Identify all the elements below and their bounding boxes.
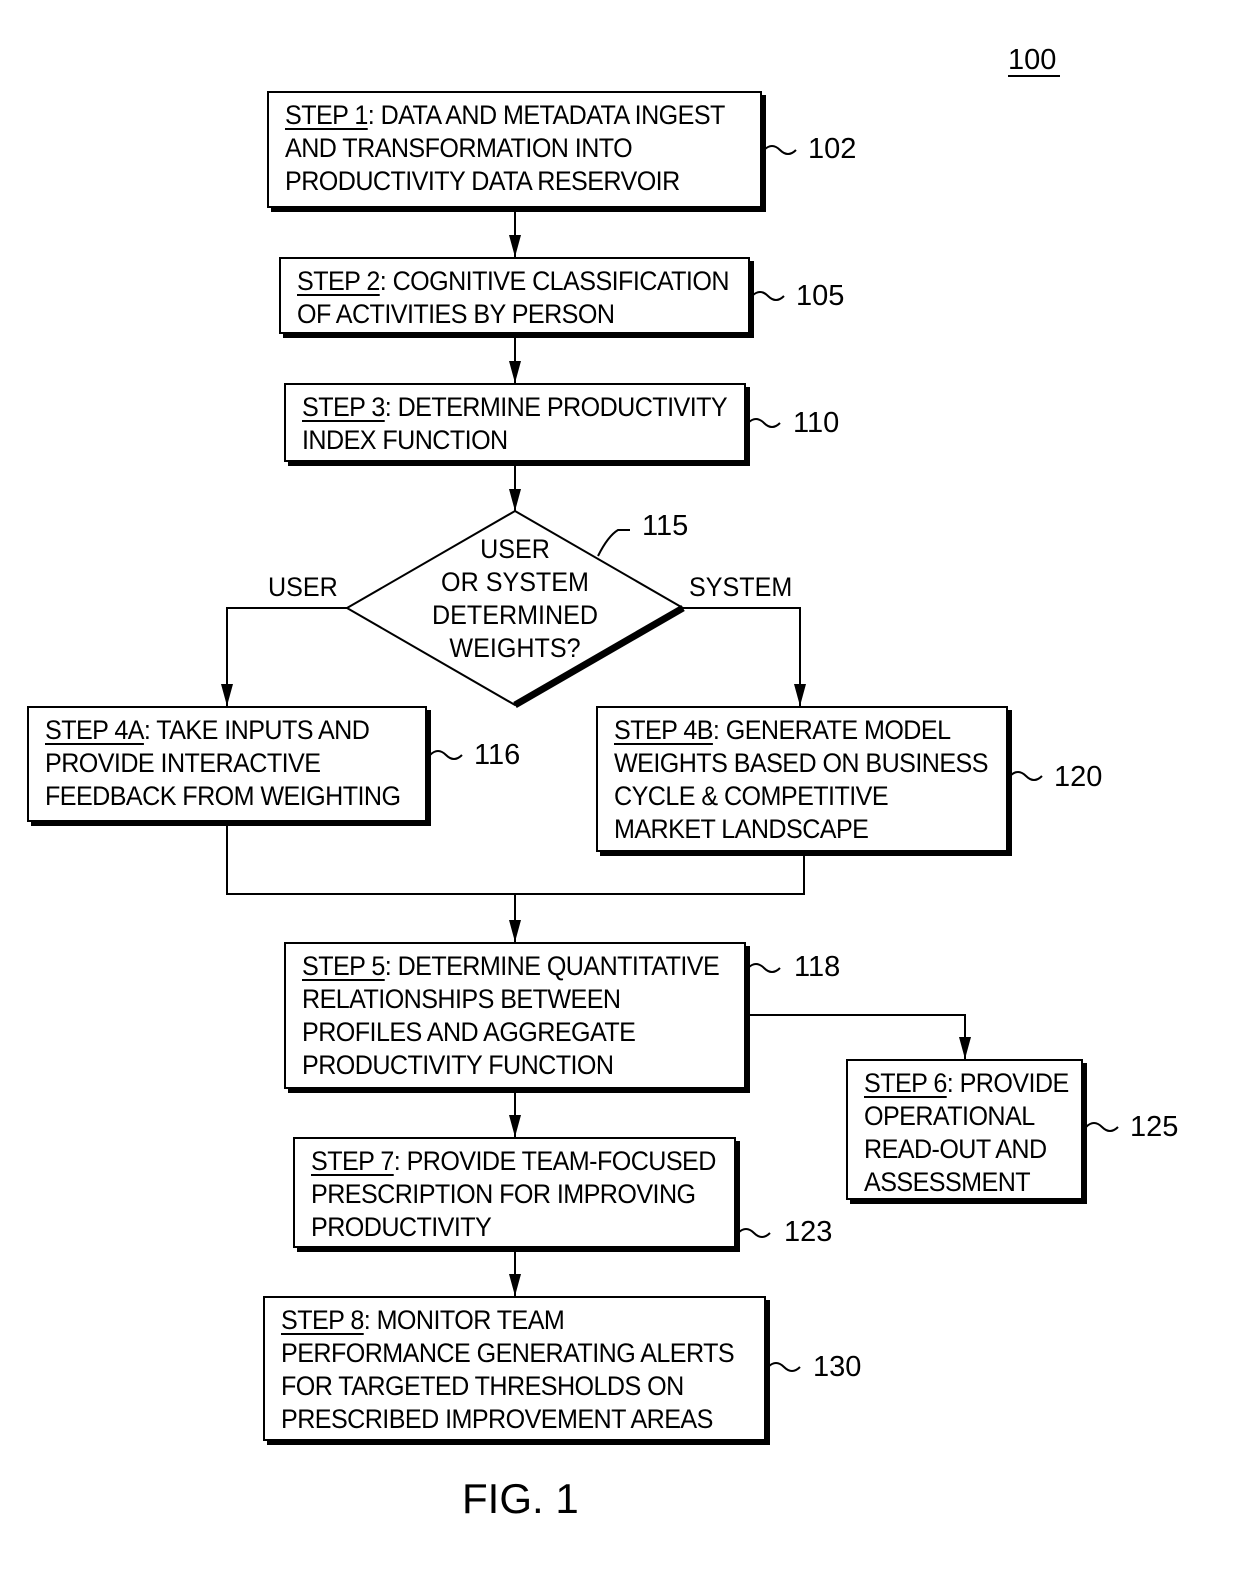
step-4b-line-2: WEIGHTS BASED ON BUSINESS: [614, 748, 988, 778]
step-4b-line-1: STEP 4B: GENERATE MODEL: [614, 715, 951, 745]
step-7-line-1: STEP 7: PROVIDE TEAM-FOCUSED: [311, 1146, 716, 1176]
figure-reference-number: 100: [1008, 44, 1057, 76]
ref-110: 110: [793, 407, 840, 439]
step-8-box: STEP 8: MONITOR TEAM PERFORMANCE GENERAT…: [263, 1296, 766, 1441]
step-3-line-2: INDEX FUNCTION: [302, 425, 508, 455]
step-6-line-2: OPERATIONAL: [864, 1101, 1035, 1131]
ref-123: 123: [784, 1216, 833, 1248]
figure-caption: FIG. 1: [462, 1475, 579, 1522]
leader-102: [763, 145, 797, 155]
step-7-line-2: PRESCRIPTION FOR IMPROVING: [311, 1179, 696, 1209]
branch-label-system: SYSTEM: [689, 572, 793, 602]
decision-text: USER OR SYSTEM DETERMINED WEIGHTS?: [431, 534, 599, 663]
arrow-system-branch: [683, 607, 801, 706]
step-3-box: STEP 3: DETERMINE PRODUCTIVITY INDEX FUN…: [284, 383, 746, 462]
step-1-line-3: PRODUCTIVITY DATA RESERVOIR: [285, 166, 680, 196]
step-1-line-2: AND TRANSFORMATION INTO: [285, 133, 633, 163]
leader-110: [747, 418, 781, 428]
step-4b-line-3: CYCLE & COMPETITIVE: [614, 781, 889, 811]
ref-105: 105: [796, 280, 845, 312]
step-5-line-4: PRODUCTIVITY FUNCTION: [302, 1050, 614, 1080]
leader-130: [767, 1362, 801, 1372]
step-8-line-3: FOR TARGETED THRESHOLDS ON: [281, 1371, 684, 1401]
arrow-s5-s6: [745, 1014, 966, 1059]
step-2-box: STEP 2: COGNITIVE CLASSIFICATION OF ACTI…: [279, 257, 750, 334]
step-7-box: STEP 7: PROVIDE TEAM-FOCUSED PRESCRIPTIO…: [293, 1137, 736, 1248]
step-5-box: STEP 5: DETERMINE QUANTITATIVE RELATIONS…: [284, 942, 746, 1089]
arrow-user-branch: [226, 607, 347, 706]
step-5-line-2: RELATIONSHIPS BETWEEN: [302, 984, 621, 1014]
ref-125: 125: [1130, 1111, 1179, 1143]
step-2-line-1: STEP 2: COGNITIVE CLASSIFICATION: [297, 266, 729, 296]
branch-label-user: USER: [268, 572, 338, 602]
step-4b-box: STEP 4B: GENERATE MODEL WEIGHTS BASED ON…: [596, 706, 1008, 852]
ref-120: 120: [1054, 761, 1103, 793]
leader-105: [751, 291, 785, 301]
leader-120: [1009, 771, 1043, 781]
step-6-line-4: ASSESSMENT: [864, 1167, 1031, 1197]
step-8-line-1: STEP 8: MONITOR TEAM: [281, 1305, 565, 1335]
step-4a-line-2: PROVIDE INTERACTIVE: [45, 748, 321, 778]
step-3-line-1: STEP 3: DETERMINE PRODUCTIVITY: [302, 392, 728, 422]
ref-115: 115: [642, 510, 689, 542]
step-8-line-2: PERFORMANCE GENERATING ALERTS: [281, 1338, 735, 1368]
step-4a-line-1: STEP 4A: TAKE INPUTS AND: [45, 715, 370, 745]
ref-130: 130: [813, 1351, 862, 1383]
step-1-box: STEP 1: DATA AND METADATA INGEST AND TRA…: [267, 91, 762, 208]
ref-102: 102: [808, 133, 857, 165]
step-4a-box: STEP 4A: TAKE INPUTS AND PROVIDE INTERAC…: [27, 706, 427, 822]
step-1-line-1: STEP 1: DATA AND METADATA INGEST: [285, 100, 725, 130]
step-7-line-3: PRODUCTIVITY: [311, 1212, 492, 1242]
step-4a-line-3: FEEDBACK FROM WEIGHTING: [45, 781, 401, 811]
step-4b-line-4: MARKET LANDSCAPE: [614, 814, 869, 844]
ref-118: 118: [794, 951, 841, 983]
ref-116: 116: [474, 739, 521, 771]
step-5-line-3: PROFILES AND AGGREGATE: [302, 1017, 636, 1047]
step-5-line-1: STEP 5: DETERMINE QUANTITATIVE: [302, 951, 720, 981]
leader-118: [747, 963, 781, 973]
leader-123: [737, 1228, 771, 1238]
step-2-line-2: OF ACTIVITIES BY PERSON: [297, 299, 615, 329]
step-6-box: STEP 6: PROVIDE OPERATIONAL READ-OUT AND…: [846, 1059, 1083, 1200]
leader-125: [1085, 1122, 1119, 1132]
step-8-line-4: PRESCRIBED IMPROVEMENT AREAS: [281, 1404, 713, 1434]
leader-116: [429, 750, 463, 760]
step-6-line-3: READ-OUT AND: [864, 1134, 1047, 1164]
step-6-line-1: STEP 6: PROVIDE: [864, 1068, 1069, 1098]
